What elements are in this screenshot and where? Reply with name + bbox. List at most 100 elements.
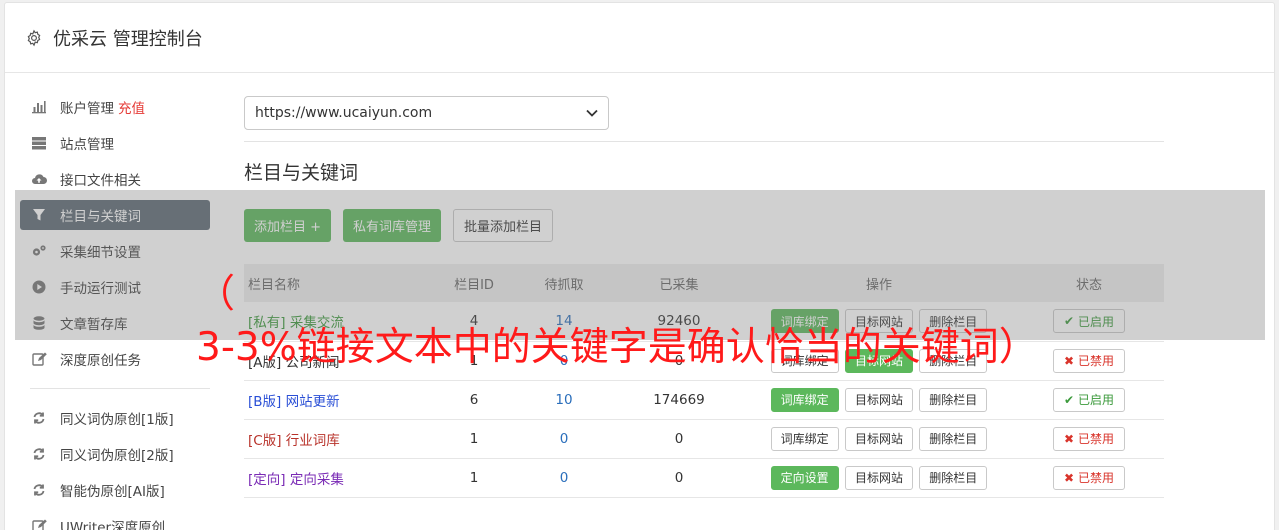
directed-settings-button[interactable]: 定向设置 bbox=[770, 465, 839, 490]
column-name[interactable]: [B版] 网站更新 bbox=[244, 380, 434, 420]
column-name[interactable]: [私有] 采集交流 bbox=[244, 302, 434, 342]
bind-library-button[interactable]: 词库绑定 bbox=[770, 348, 839, 373]
header-collected: 已采集 bbox=[614, 264, 744, 302]
bind-library-button[interactable]: 词库绑定 bbox=[770, 426, 839, 451]
sidebar-item-sites[interactable]: 站点管理 bbox=[20, 128, 210, 158]
sidebar-item-account[interactable]: 账户管理 充值 bbox=[20, 92, 210, 122]
table-header-row: 栏目名称 栏目ID 待抓取 已采集 操作 状态 bbox=[244, 264, 1164, 302]
collected-count: 92460 bbox=[614, 302, 744, 342]
target-site-button[interactable]: 目标网站 bbox=[844, 348, 913, 373]
sidebar-item-collect-settings[interactable]: 采集细节设置 bbox=[20, 236, 210, 266]
header-column-name: 栏目名称 bbox=[244, 264, 434, 302]
column-name[interactable]: [C版] 行业词库 bbox=[244, 419, 434, 459]
table-row: [A版] 公司新闻 1 0 0 词库绑定 目标网站 删除栏目 ✖ 已禁用 bbox=[244, 341, 1164, 381]
collected-count: 0 bbox=[614, 419, 744, 459]
sidebar-item-uwriter[interactable]: UWriter深度原创 bbox=[20, 511, 210, 530]
sidebar-item-article-storage[interactable]: 文章暂存库 bbox=[20, 308, 210, 338]
status-toggle[interactable]: ✖ 已禁用 bbox=[1053, 348, 1125, 373]
column-id: 4 bbox=[434, 302, 514, 342]
sidebar: 账户管理 充值 站点管理 接口文件相关 栏目与关键词 采集细节设置 手动运行测试… bbox=[20, 92, 210, 530]
status-toggle[interactable]: ✖ 已禁用 bbox=[1053, 465, 1125, 490]
column-id: 1 bbox=[434, 458, 514, 498]
status-toggle[interactable]: ✔ 已启用 bbox=[1053, 309, 1125, 334]
column-id: 1 bbox=[434, 341, 514, 381]
sidebar-item-label: 接口文件相关 bbox=[60, 173, 141, 189]
target-site-button[interactable]: 目标网站 bbox=[844, 309, 913, 334]
check-icon: ✔ bbox=[1064, 314, 1075, 329]
row-operations: 词库绑定 目标网站 删除栏目 bbox=[744, 302, 1014, 342]
page-title: 优采云 管理控制台 bbox=[53, 28, 203, 50]
bar-chart-icon bbox=[31, 99, 47, 115]
column-name[interactable]: [A版] 公司新闻 bbox=[244, 341, 434, 381]
page-header: 优采云 管理控制台 bbox=[5, 3, 1274, 73]
sidebar-item-label: 手动运行测试 bbox=[60, 281, 141, 297]
row-operations: 定向设置 目标网站 删除栏目 bbox=[744, 458, 1014, 498]
sidebar-item-interface-files[interactable]: 接口文件相关 bbox=[20, 164, 210, 194]
status-label: 已禁用 bbox=[1077, 432, 1114, 446]
delete-column-button[interactable]: 删除栏目 bbox=[919, 465, 988, 490]
status-label: 已禁用 bbox=[1077, 471, 1114, 485]
section-title: 栏目与关键词 bbox=[244, 162, 359, 184]
sidebar-item-synonym-v1[interactable]: 同义词伪原创[1版] bbox=[20, 403, 210, 433]
sidebar-item-label: 同义词伪原创[2版] bbox=[60, 448, 174, 464]
sidebar-divider bbox=[30, 388, 210, 389]
status-label: 已禁用 bbox=[1077, 354, 1114, 368]
sidebar-item-smart-ai[interactable]: 智能伪原创[AI版] bbox=[20, 475, 210, 505]
sidebar-item-synonym-v2[interactable]: 同义词伪原创[2版] bbox=[20, 439, 210, 469]
pending-count[interactable]: 0 bbox=[514, 341, 614, 381]
sidebar-item-label: 文章暂存库 bbox=[60, 317, 128, 333]
columns-table: 栏目名称 栏目ID 待抓取 已采集 操作 状态 [私有] 采集交流 4 14 9… bbox=[244, 264, 1164, 498]
pending-count[interactable]: 14 bbox=[514, 302, 614, 342]
sidebar-item-manual-run[interactable]: 手动运行测试 bbox=[20, 272, 210, 302]
sidebar-item-label: 栏目与关键词 bbox=[60, 209, 141, 225]
gear-icon bbox=[27, 29, 41, 46]
bind-library-button[interactable]: 词库绑定 bbox=[770, 309, 839, 334]
sidebar-item-label: 深度原创任务 bbox=[60, 353, 141, 369]
target-site-button[interactable]: 目标网站 bbox=[844, 426, 913, 451]
close-icon: ✖ bbox=[1064, 431, 1075, 446]
cloud-upload-icon bbox=[31, 171, 47, 187]
sidebar-item-label: 同义词伪原创[1版] bbox=[60, 412, 174, 428]
refresh-icon bbox=[31, 446, 47, 462]
delete-column-button[interactable]: 删除栏目 bbox=[919, 387, 988, 412]
column-name[interactable]: [定向] 定向采集 bbox=[244, 458, 434, 498]
pending-count[interactable]: 10 bbox=[514, 380, 614, 420]
main-content: https://www.ucaiyun.com 栏目与关键词 添加栏目 + 私有… bbox=[244, 96, 1164, 498]
sidebar-item-label: 账户管理 bbox=[60, 101, 114, 117]
delete-column-button[interactable]: 删除栏目 bbox=[919, 348, 988, 373]
column-id: 1 bbox=[434, 419, 514, 459]
pending-count[interactable]: 0 bbox=[514, 458, 614, 498]
sidebar-item-label: 站点管理 bbox=[60, 137, 114, 153]
site-select[interactable]: https://www.ucaiyun.com bbox=[244, 96, 609, 130]
pending-count[interactable]: 0 bbox=[514, 419, 614, 459]
status-toggle[interactable]: ✖ 已禁用 bbox=[1053, 426, 1125, 451]
status-toggle[interactable]: ✔ 已启用 bbox=[1053, 387, 1125, 412]
batch-add-column-button[interactable]: 批量添加栏目 bbox=[453, 209, 554, 242]
add-column-button[interactable]: 添加栏目 + bbox=[244, 209, 332, 242]
status-label: 已启用 bbox=[1077, 314, 1114, 329]
row-status: ✖ 已禁用 bbox=[1014, 458, 1164, 498]
header-pending: 待抓取 bbox=[514, 264, 614, 302]
delete-column-button[interactable]: 删除栏目 bbox=[919, 426, 988, 451]
recharge-link[interactable]: 充值 bbox=[118, 97, 145, 117]
delete-column-button[interactable]: 删除栏目 bbox=[919, 309, 988, 334]
target-site-button[interactable]: 目标网站 bbox=[844, 387, 913, 412]
database-icon bbox=[31, 315, 47, 331]
table-row: [定向] 定向采集 1 0 0 定向设置 目标网站 删除栏目 ✖ 已禁用 bbox=[244, 458, 1164, 498]
row-operations: 词库绑定 目标网站 删除栏目 bbox=[744, 419, 1014, 459]
collected-count: 0 bbox=[614, 458, 744, 498]
refresh-icon bbox=[31, 410, 47, 426]
header-column-id: 栏目ID bbox=[434, 264, 514, 302]
sidebar-item-label: 采集细节设置 bbox=[60, 245, 141, 261]
row-status: ✔ 已启用 bbox=[1014, 302, 1164, 342]
sidebar-item-deep-original[interactable]: 深度原创任务 bbox=[20, 344, 210, 374]
close-icon: ✖ bbox=[1064, 353, 1075, 368]
sidebar-item-columns-keywords[interactable]: 栏目与关键词 bbox=[20, 200, 210, 230]
cogs-icon bbox=[31, 243, 47, 259]
divider bbox=[244, 141, 1164, 142]
target-site-button[interactable]: 目标网站 bbox=[844, 465, 913, 490]
bind-library-button[interactable]: 词库绑定 bbox=[770, 387, 839, 412]
private-library-button[interactable]: 私有词库管理 bbox=[343, 209, 442, 242]
status-label: 已启用 bbox=[1077, 393, 1114, 407]
check-icon: ✔ bbox=[1064, 392, 1075, 407]
